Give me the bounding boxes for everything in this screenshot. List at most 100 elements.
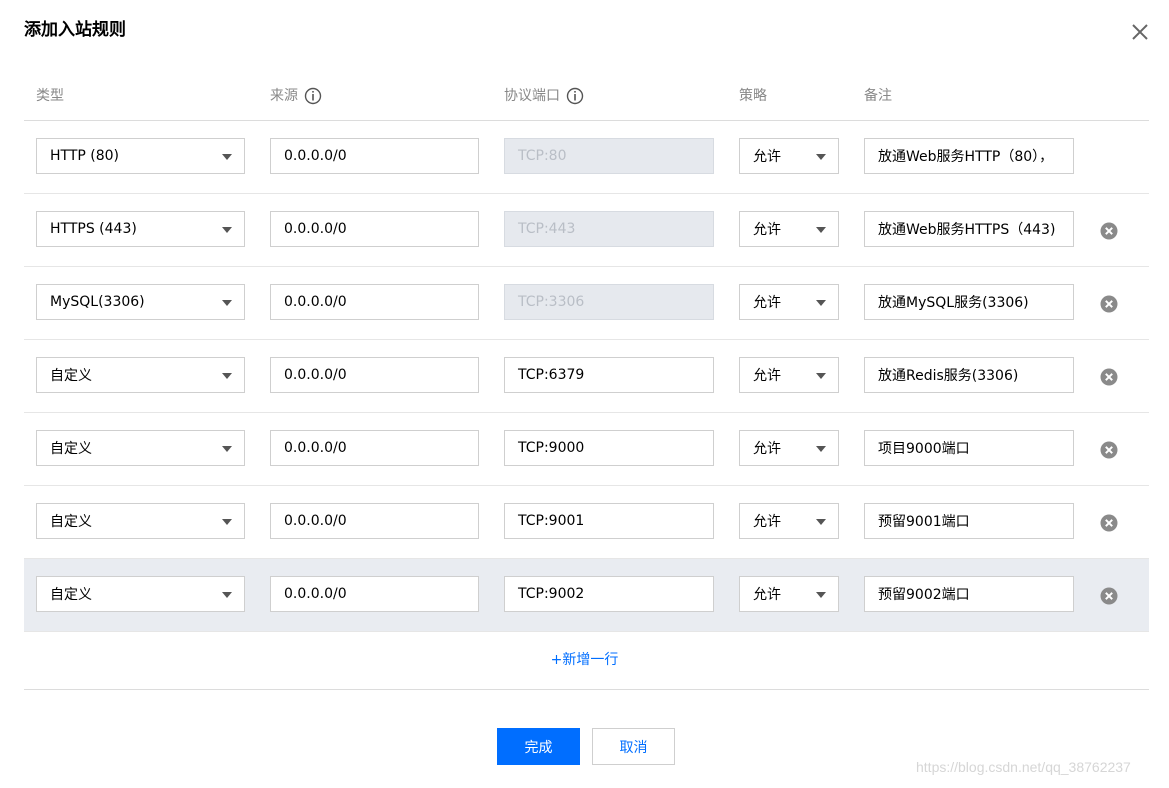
port-input-value: TCP:80: [518, 148, 567, 164]
policy-select-value: 允许: [753, 149, 781, 165]
policy-select-value: 允许: [753, 368, 781, 384]
confirm-button[interactable]: 完成: [497, 728, 580, 765]
close-icon[interactable]: [1128, 20, 1152, 44]
type-select-value: HTTP (80): [50, 148, 120, 164]
port-input-value: TCP:6379: [518, 367, 585, 383]
add-row-link-wrapper: +新增一行: [0, 650, 1169, 670]
port-input-value: TCP:9000: [518, 440, 585, 456]
table-row: HTTPS (443) 0.0.0.0/0 TCP:443 允许 放通Web服务HTTP…: [24, 194, 1149, 267]
type-select[interactable]: 自定义: [36, 503, 245, 539]
port-input: TCP:443: [504, 211, 714, 247]
policy-select[interactable]: 允许: [739, 503, 839, 539]
policy-select-value: 允许: [753, 295, 781, 311]
type-select-value: HTTPS (443): [50, 221, 137, 237]
source-input[interactable]: 0.0.0.0/0: [270, 503, 479, 539]
remark-input[interactable]: 放通Web服务HTTP（80），: [864, 138, 1074, 174]
footer-divider: [24, 689, 1149, 690]
type-select[interactable]: HTTP (80): [36, 138, 245, 174]
type-select[interactable]: HTTPS (443): [36, 211, 245, 247]
remark-input-value: 预留9001端口: [878, 514, 970, 530]
port-input[interactable]: TCP:9002: [504, 576, 714, 612]
remark-input[interactable]: 放通Web服务HTTPS（443): [864, 211, 1074, 247]
remark-input-value: 放通Web服务HTTPS（443): [878, 222, 1056, 238]
caret-down-icon: [816, 154, 826, 160]
type-select-value: 自定义: [50, 441, 92, 457]
remove-circle-icon[interactable]: [1100, 514, 1118, 532]
port-input-value: TCP:3306: [518, 294, 585, 310]
source-input[interactable]: 0.0.0.0/0: [270, 576, 479, 612]
port-input-value: TCP:443: [518, 221, 576, 237]
caret-down-icon: [816, 227, 826, 233]
remark-input-value: 项目9000端口: [878, 441, 970, 457]
type-select-value: 自定义: [50, 368, 92, 384]
port-input-value: TCP:9001: [518, 513, 585, 529]
remove-circle-icon[interactable]: [1100, 368, 1118, 386]
remark-input[interactable]: 项目9000端口: [864, 430, 1074, 466]
column-header-type: 类型: [36, 88, 64, 104]
policy-select[interactable]: 允许: [739, 576, 839, 612]
port-input[interactable]: TCP:9001: [504, 503, 714, 539]
remark-input[interactable]: 放通Redis服务(3306): [864, 357, 1074, 393]
info-circle-icon[interactable]: [566, 87, 584, 105]
remark-input-value: 放通MySQL服务(3306): [878, 295, 1029, 311]
table-row: 自定义 0.0.0.0/0 TCP:9000 允许 项目9000端口: [24, 413, 1149, 486]
remove-circle-icon[interactable]: [1100, 587, 1118, 605]
caret-down-icon: [816, 300, 826, 306]
type-select[interactable]: MySQL(3306): [36, 284, 245, 320]
source-input[interactable]: 0.0.0.0/0: [270, 211, 479, 247]
add-row-link[interactable]: +新增一行: [551, 652, 619, 668]
port-input[interactable]: TCP:6379: [504, 357, 714, 393]
source-input[interactable]: 0.0.0.0/0: [270, 284, 479, 320]
remark-input-value: 预留9002端口: [878, 587, 970, 603]
port-input-value: TCP:9002: [518, 586, 585, 602]
remark-input[interactable]: 预留9001端口: [864, 503, 1074, 539]
type-select[interactable]: 自定义: [36, 430, 245, 466]
table-row: MySQL(3306) 0.0.0.0/0 TCP:3306 允许 放通MySQL服务(…: [24, 267, 1149, 340]
policy-select[interactable]: 允许: [739, 357, 839, 393]
policy-select-value: 允许: [753, 222, 781, 238]
remove-circle-icon[interactable]: [1100, 295, 1118, 313]
remark-input[interactable]: 放通MySQL服务(3306): [864, 284, 1074, 320]
remark-input-value: 放通Redis服务(3306): [878, 368, 1019, 384]
remove-circle-icon[interactable]: [1100, 222, 1118, 240]
column-header-policy: 策略: [739, 88, 767, 104]
source-input-value: 0.0.0.0/0: [284, 294, 347, 310]
column-header-remark: 备注: [864, 88, 892, 104]
port-input[interactable]: TCP:9000: [504, 430, 714, 466]
caret-down-icon: [222, 519, 232, 525]
add-inbound-rule-dialog: 添加入站规则 类型 来源 协议端口 策略 备注 HTTP (80) 0.0.0.…: [0, 0, 1169, 788]
remark-input[interactable]: 预留9002端口: [864, 576, 1074, 612]
source-input-value: 0.0.0.0/0: [284, 221, 347, 237]
caret-down-icon: [222, 592, 232, 598]
table-row: 自定义 0.0.0.0/0 TCP:6379 允许 放通Redis服务(3306): [24, 340, 1149, 413]
source-input[interactable]: 0.0.0.0/0: [270, 138, 479, 174]
remove-circle-icon[interactable]: [1100, 441, 1118, 459]
cancel-button[interactable]: 取消: [592, 728, 675, 765]
source-input[interactable]: 0.0.0.0/0: [270, 430, 479, 466]
port-input: TCP:3306: [504, 284, 714, 320]
source-input-value: 0.0.0.0/0: [284, 148, 347, 164]
source-input-value: 0.0.0.0/0: [284, 367, 347, 383]
caret-down-icon: [222, 373, 232, 379]
info-circle-icon[interactable]: [304, 87, 322, 105]
port-input: TCP:80: [504, 138, 714, 174]
table-row: 自定义 0.0.0.0/0 TCP:9001 允许 预留9001端口: [24, 486, 1149, 559]
type-select-value: 自定义: [50, 587, 92, 603]
source-input-value: 0.0.0.0/0: [284, 586, 347, 602]
caret-down-icon: [816, 592, 826, 598]
column-header-source: 来源: [270, 86, 322, 106]
source-input[interactable]: 0.0.0.0/0: [270, 357, 479, 393]
column-header-port: 协议端口: [504, 86, 584, 106]
policy-select-value: 允许: [753, 514, 781, 530]
type-select[interactable]: 自定义: [36, 357, 245, 393]
caret-down-icon: [222, 154, 232, 160]
type-select-value: 自定义: [50, 514, 92, 530]
table-header: 类型 来源 协议端口 策略 备注: [24, 76, 1149, 121]
policy-select[interactable]: 允许: [739, 211, 839, 247]
policy-select[interactable]: 允许: [739, 284, 839, 320]
caret-down-icon: [816, 373, 826, 379]
policy-select[interactable]: 允许: [739, 138, 839, 174]
type-select[interactable]: 自定义: [36, 576, 245, 612]
policy-select-value: 允许: [753, 441, 781, 457]
policy-select[interactable]: 允许: [739, 430, 839, 466]
